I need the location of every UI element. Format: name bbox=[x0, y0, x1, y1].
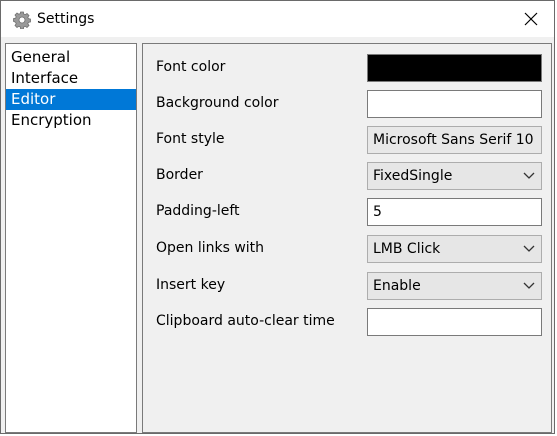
font-style-label: Font style bbox=[156, 131, 225, 147]
insert-key-dropdown-value: Enable bbox=[373, 278, 421, 294]
padding-left-input[interactable]: 5 bbox=[367, 198, 542, 226]
font-color-label: Font color bbox=[156, 59, 226, 75]
nav-item-general[interactable]: General bbox=[6, 47, 136, 68]
open-links-with-dropdown[interactable]: LMB Click bbox=[367, 235, 542, 263]
padding-left-row: Padding-left 5 bbox=[143, 198, 551, 226]
nav-item-encryption[interactable]: Encryption bbox=[6, 110, 136, 131]
background-color-label: Background color bbox=[156, 95, 279, 111]
settings-category-list[interactable]: General Interface Editor Encryption bbox=[5, 43, 137, 433]
editor-settings-panel: Font color Background color Font style M… bbox=[142, 43, 552, 433]
font-style-field[interactable]: Microsoft Sans Serif 10 bbox=[367, 126, 542, 154]
clipboard-auto-clear-input[interactable] bbox=[367, 308, 542, 336]
open-links-with-dropdown-value: LMB Click bbox=[373, 241, 441, 257]
window-title: Settings bbox=[37, 11, 95, 27]
chevron-down-icon bbox=[523, 282, 535, 289]
font-style-row: Font style Microsoft Sans Serif 10 bbox=[143, 126, 551, 154]
close-button[interactable] bbox=[508, 1, 554, 37]
border-dropdown[interactable]: FixedSingle bbox=[367, 162, 542, 190]
title-bar: Settings bbox=[1, 1, 554, 37]
border-dropdown-value: FixedSingle bbox=[373, 168, 453, 184]
open-links-with-row: Open links with LMB Click bbox=[143, 235, 551, 263]
chevron-down-icon bbox=[523, 245, 535, 252]
nav-item-interface[interactable]: Interface bbox=[6, 68, 136, 89]
insert-key-label: Insert key bbox=[156, 277, 226, 293]
font-color-row: Font color bbox=[143, 54, 551, 82]
font-color-swatch[interactable] bbox=[367, 54, 542, 82]
background-color-row: Background color bbox=[143, 90, 551, 118]
insert-key-row: Insert key Enable bbox=[143, 272, 551, 300]
settings-window: Settings General Interface Editor Encryp… bbox=[0, 0, 555, 434]
border-label: Border bbox=[156, 167, 203, 183]
clipboard-auto-clear-row: Clipboard auto-clear time bbox=[143, 308, 551, 336]
gear-icon bbox=[13, 11, 31, 30]
nav-item-editor[interactable]: Editor bbox=[6, 89, 136, 110]
clipboard-auto-clear-label: Clipboard auto-clear time bbox=[156, 313, 335, 329]
border-row: Border FixedSingle bbox=[143, 162, 551, 190]
close-icon bbox=[524, 12, 538, 26]
chevron-down-icon bbox=[523, 172, 535, 179]
padding-left-label: Padding-left bbox=[156, 203, 240, 219]
insert-key-dropdown[interactable]: Enable bbox=[367, 272, 542, 300]
background-color-swatch[interactable] bbox=[367, 90, 542, 118]
open-links-with-label: Open links with bbox=[156, 240, 265, 256]
